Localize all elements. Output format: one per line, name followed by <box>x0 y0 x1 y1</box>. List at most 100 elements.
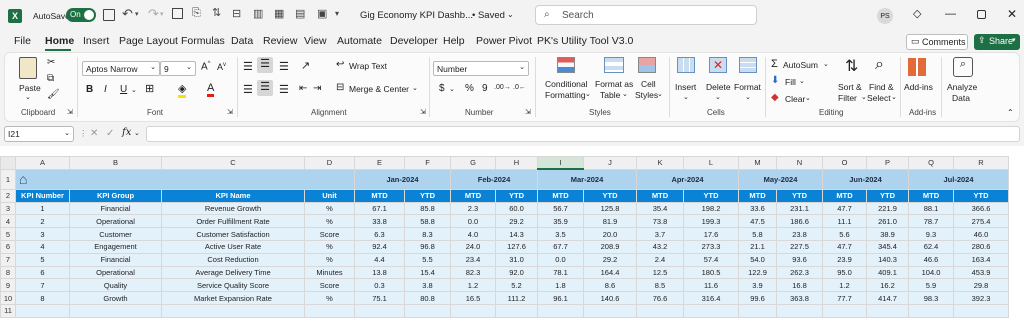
table-cell[interactable]: 93.6 <box>776 252 823 267</box>
table-cell[interactable]: 15.4 <box>404 265 451 280</box>
table-cell[interactable]: 5.6 <box>822 227 867 241</box>
analyze-data-button[interactable]: Analyze <box>947 82 977 92</box>
table-cell[interactable]: 17.6 <box>683 227 739 241</box>
table-cell[interactable]: 82.3 <box>450 265 496 280</box>
column-header-c[interactable]: C <box>161 156 305 170</box>
tab-file[interactable]: File <box>14 35 31 47</box>
table-cell[interactable]: 5.5 <box>404 252 451 267</box>
addins-icon[interactable] <box>908 58 926 76</box>
table-cell[interactable]: 2.4 <box>636 252 684 267</box>
table-cell[interactable]: 77.7 <box>822 291 867 305</box>
table-cell[interactable]: 414.7 <box>866 291 909 305</box>
fill-dropdown-icon[interactable]: ⌄ <box>799 77 805 85</box>
cancel-icon[interactable]: ✕ <box>90 128 98 139</box>
table-cell[interactable]: 78.1 <box>537 265 584 280</box>
insert-function-icon[interactable]: fx <box>122 127 131 138</box>
table-cell[interactable]: 95.0 <box>822 265 867 280</box>
delete-cells-button[interactable]: Delete <box>706 82 731 92</box>
insert-cells-icon[interactable] <box>677 57 695 73</box>
table-cell[interactable]: 92.0 <box>495 265 538 280</box>
column-header-m[interactable]: M <box>738 156 777 170</box>
format-icon[interactable]: ⎘ <box>192 7 201 20</box>
table-cell[interactable]: 96.8 <box>404 239 451 254</box>
table-cell[interactable]: 262.3 <box>776 265 823 280</box>
table-cell[interactable]: 92.4 <box>354 239 405 254</box>
share-button[interactable]: ⇪ Share ▾ <box>974 34 1020 50</box>
empty-cell[interactable] <box>908 303 954 318</box>
table-cell[interactable]: 16.8 <box>776 278 823 293</box>
table-cell[interactable]: 8 <box>15 291 70 305</box>
row-header-7[interactable]: 7 <box>0 252 16 267</box>
table-cell[interactable]: Active User Rate <box>161 239 305 254</box>
table-cell[interactable]: 140.3 <box>866 252 909 267</box>
column-header-j[interactable]: J <box>583 156 637 170</box>
number-format-select[interactable]: Number ⌄ <box>433 61 529 76</box>
table-cell[interactable]: 0.0 <box>537 252 584 267</box>
table-cell[interactable]: 3.9 <box>738 278 777 293</box>
comma-icon[interactable]: 9 <box>482 83 488 94</box>
month-header[interactable]: Apr-2024 <box>636 168 739 190</box>
table-cell[interactable]: Quality <box>69 278 162 293</box>
column-header-i[interactable]: I <box>537 156 584 171</box>
paste-icon[interactable] <box>19 57 37 79</box>
table-cell[interactable]: 11.6 <box>683 278 739 293</box>
table-cell[interactable]: 8.6 <box>583 278 637 293</box>
format-as-table-icon[interactable] <box>604 57 624 73</box>
column-header-f[interactable]: F <box>404 156 451 170</box>
empty-cell[interactable] <box>15 303 70 318</box>
mtd-header[interactable]: MTD <box>354 188 405 203</box>
table-cell[interactable]: 180.5 <box>683 265 739 280</box>
table-cell[interactable]: 20.0 <box>583 227 637 241</box>
table-cell[interactable]: 5 <box>15 252 70 267</box>
tab-help[interactable]: Help <box>443 35 465 47</box>
mtd-header[interactable]: MTD <box>636 188 684 203</box>
number-launcher-icon[interactable]: ⇲ <box>525 108 531 116</box>
mtd-header[interactable]: MTD <box>908 188 954 203</box>
column-header-q[interactable]: Q <box>908 156 954 170</box>
empty-cell[interactable] <box>776 303 823 318</box>
table-cell[interactable]: 163.4 <box>953 252 1009 267</box>
table-cell[interactable]: 104.0 <box>908 265 954 280</box>
table-cell[interactable]: 43.2 <box>636 239 684 254</box>
insert-dropdown-icon[interactable]: ⌄ <box>683 93 689 101</box>
bold-button[interactable]: B <box>86 84 93 95</box>
month-header[interactable]: Jan-2024 <box>354 168 451 190</box>
table-cell[interactable]: 62.4 <box>908 239 954 254</box>
table-cell[interactable]: 122.9 <box>738 265 777 280</box>
column-header-p[interactable]: P <box>866 156 909 170</box>
table-cell[interactable]: 29.8 <box>953 278 1009 293</box>
currency-icon[interactable]: $ <box>439 83 445 94</box>
table-cell[interactable]: Customer <box>69 227 162 241</box>
column-title[interactable]: KPI Group <box>69 188 162 203</box>
table-cell[interactable]: 1.2 <box>822 278 867 293</box>
table-icon[interactable]: ▦ <box>274 7 284 20</box>
table-cell[interactable]: 35.4 <box>636 201 684 216</box>
table-cell[interactable]: Engagement <box>69 239 162 254</box>
table-cell[interactable]: 6 <box>15 265 70 280</box>
table-cell[interactable]: 29.2 <box>495 214 538 229</box>
enter-icon[interactable]: ✓ <box>106 128 114 139</box>
autosum-button[interactable]: AutoSum <box>783 60 818 70</box>
table-cell[interactable]: 31.0 <box>495 252 538 267</box>
autosum-icon[interactable]: Σ <box>771 58 778 70</box>
table-cell[interactable]: 199.3 <box>683 214 739 229</box>
mtd-header[interactable]: MTD <box>537 188 584 203</box>
table-cell[interactable]: 81.9 <box>583 214 637 229</box>
tab-pk-utility[interactable]: PK's Utility Tool V3.0 <box>537 35 633 47</box>
table-cell[interactable]: Customer Satisfaction <box>161 227 305 241</box>
decrease-decimal-icon[interactable]: .0← <box>513 84 526 91</box>
table-cell[interactable]: 261.0 <box>866 214 909 229</box>
tab-insert[interactable]: Insert <box>83 35 109 47</box>
table-cell[interactable]: 75.1 <box>354 291 405 305</box>
table-cell[interactable]: % <box>304 214 355 229</box>
orientation-icon[interactable]: ↗ <box>301 59 310 72</box>
paste-dropdown-icon[interactable]: ⌄ <box>25 93 31 101</box>
column-header-a[interactable]: A <box>15 156 70 170</box>
table-cell[interactable]: 140.6 <box>583 291 637 305</box>
table-cell[interactable]: Order Fulfillment Rate <box>161 214 305 229</box>
ytd-header[interactable]: YTD <box>776 188 823 203</box>
formula-input[interactable] <box>146 126 1020 142</box>
table-cell[interactable]: 99.6 <box>738 291 777 305</box>
save-icon[interactable] <box>103 9 115 21</box>
table-cell[interactable]: 11.1 <box>822 214 867 229</box>
